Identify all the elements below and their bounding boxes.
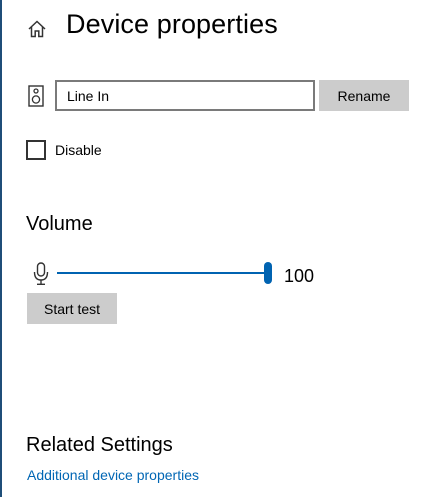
page-title: Device properties	[66, 9, 278, 39]
device-properties-window: Device properties Rename Disable Volume …	[0, 0, 431, 497]
start-test-button[interactable]: Start test	[27, 293, 117, 324]
home-button[interactable]	[24, 16, 50, 42]
volume-slider-thumb[interactable]	[264, 262, 272, 284]
volume-slider[interactable]	[57, 262, 272, 286]
disable-checkbox[interactable]	[26, 140, 46, 160]
rename-button[interactable]: Rename	[319, 80, 409, 111]
volume-slider-fill	[57, 272, 268, 274]
additional-device-properties-link[interactable]: Additional device properties	[27, 467, 199, 483]
volume-heading: Volume	[26, 213, 93, 235]
related-settings-heading: Related Settings	[26, 434, 173, 456]
disable-row: Disable	[26, 140, 102, 160]
volume-value: 100	[284, 266, 315, 286]
disable-label: Disable	[55, 142, 102, 158]
microphone-icon	[33, 262, 49, 285]
home-icon	[28, 20, 46, 38]
speaker-device-icon	[28, 85, 44, 107]
device-name-input[interactable]	[55, 80, 315, 111]
